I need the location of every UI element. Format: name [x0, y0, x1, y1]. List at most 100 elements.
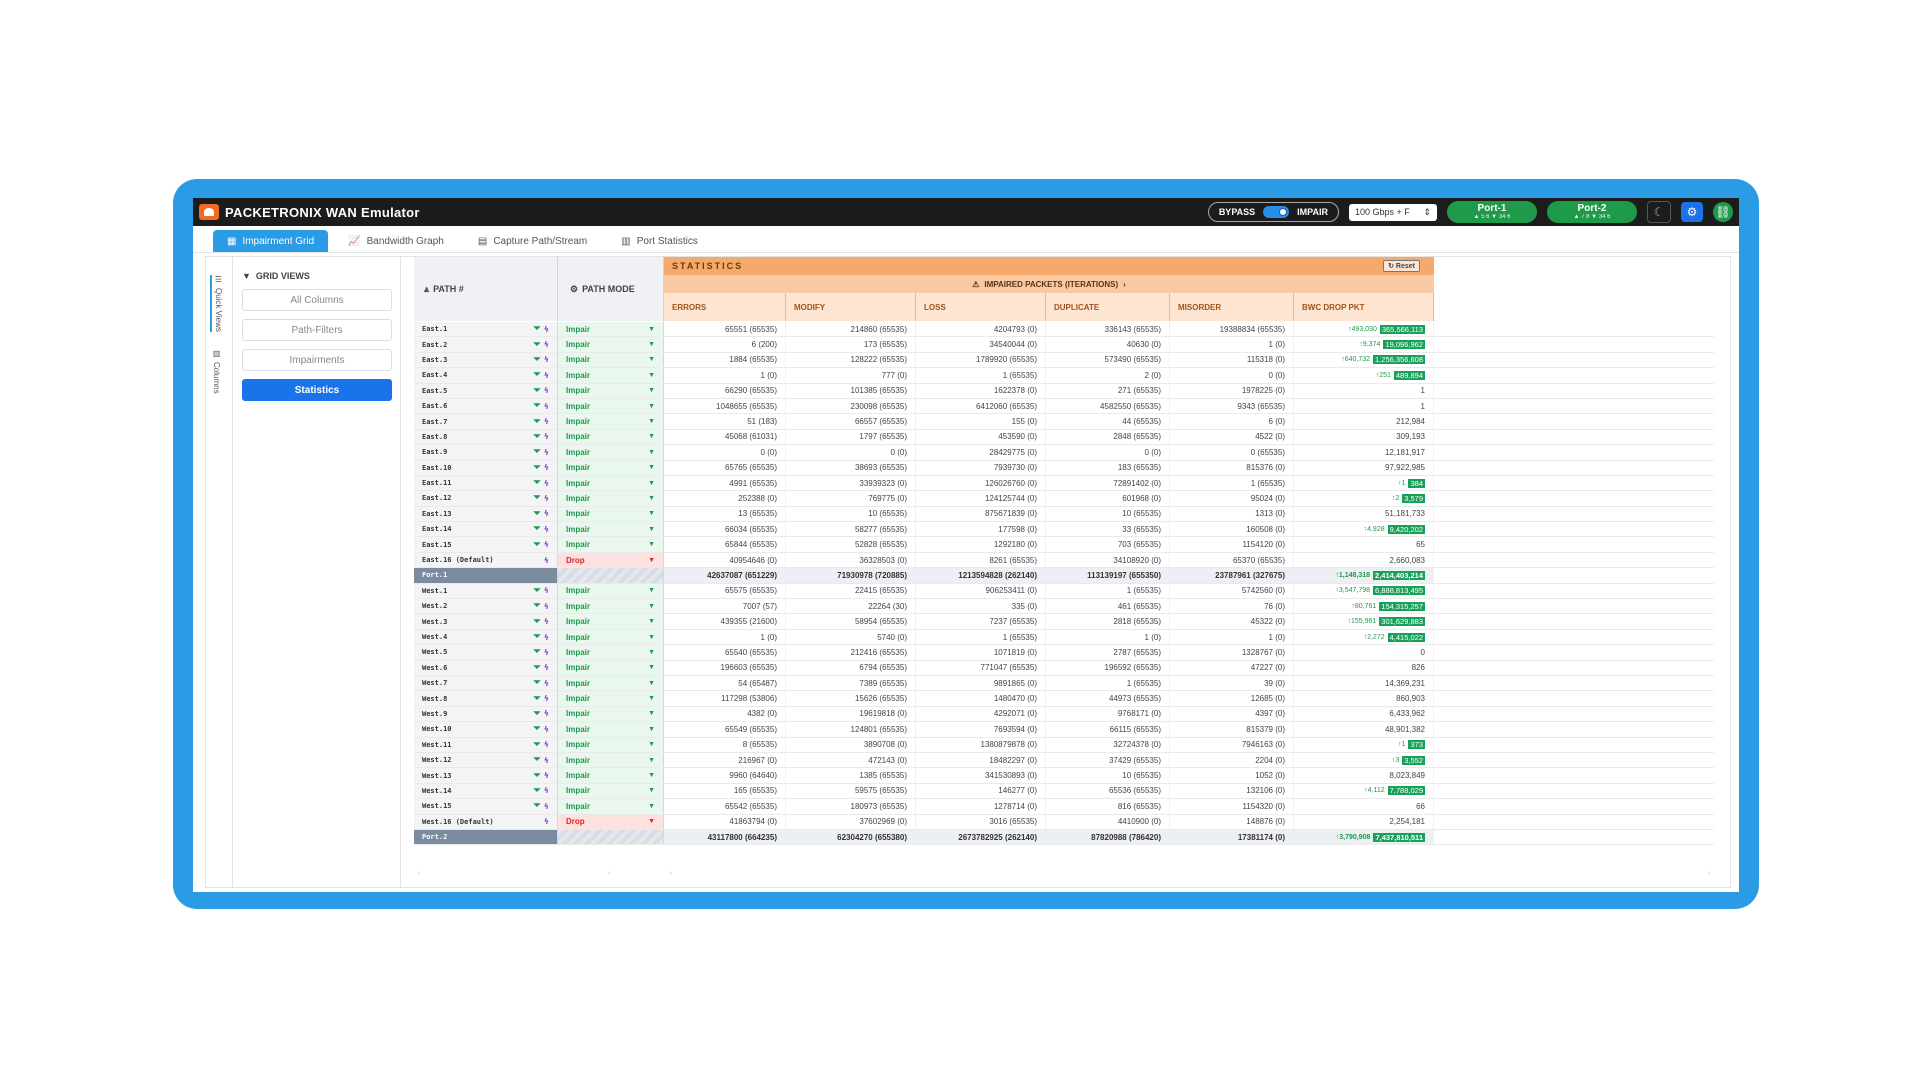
path-mode-select[interactable]: Impair ▼: [558, 337, 664, 352]
bolt-icon[interactable]: ϟ: [544, 371, 549, 380]
quick-views-tab[interactable]: ☰ Quick Views: [210, 275, 223, 332]
filter-icon[interactable]: ⏷: [534, 478, 541, 488]
table-row[interactable]: West.16 (Default) ϟ Drop ▼ 41863794 (0) 37602…: [414, 814, 1714, 830]
table-row[interactable]: West.15 ⏷ ϟ Impair ▼ 65542 (65535) 180973 (655…: [414, 799, 1714, 815]
path-mode-select[interactable]: Impair ▼: [558, 768, 664, 783]
view-impairments-button[interactable]: Impairments: [242, 349, 392, 371]
table-row[interactable]: East.13 ⏷ ϟ Impair ▼ 13 (65535) 10 (65535) 8756…: [414, 506, 1714, 523]
bolt-icon[interactable]: ϟ: [544, 648, 549, 657]
bypass-impair-toggle[interactable]: BYPASS IMPAIR: [1207, 202, 1339, 222]
bolt-icon[interactable]: ϟ: [544, 432, 549, 441]
bolt-icon[interactable]: ϟ: [544, 817, 549, 826]
path-mode-select[interactable]: Impair ▼: [558, 383, 664, 398]
bolt-icon[interactable]: ϟ: [544, 694, 549, 703]
bolt-icon[interactable]: ϟ: [544, 771, 549, 780]
path-mode-select[interactable]: Impair ▼: [558, 352, 664, 368]
path-mode-select[interactable]: Impair ▼: [558, 599, 664, 614]
bolt-icon[interactable]: ϟ: [544, 463, 549, 472]
table-row[interactable]: East.1 ⏷ ϟ Impair ▼ 65551 (65535) 214860 (6553…: [414, 322, 1714, 338]
column-header[interactable]: DUPLICATE: [1046, 293, 1170, 321]
filter-icon[interactable]: ⏷: [534, 632, 541, 642]
table-row[interactable]: West.6 ⏷ ϟ Impair ▼ 196603 (65535) 6794 (65535…: [414, 660, 1714, 676]
path-mode-select[interactable]: Impair ▼: [558, 706, 664, 722]
table-row[interactable]: East.6 ⏷ ϟ Impair ▼ 1048655 (65535) 230098 (65…: [414, 398, 1714, 415]
table-row[interactable]: East.12 ⏷ ϟ Impair ▼ 252388 (0) 769775 (0) 1241…: [414, 491, 1714, 507]
filter-icon[interactable]: ⏷: [534, 447, 541, 457]
bolt-icon[interactable]: ϟ: [544, 786, 549, 795]
gear-icon[interactable]: ⚙: [1681, 202, 1703, 222]
filter-icon[interactable]: ⏷: [534, 755, 541, 765]
bolt-icon[interactable]: ϟ: [544, 325, 549, 334]
path-mode-select[interactable]: Impair ▼: [558, 398, 664, 414]
filter-icon[interactable]: ⏷: [534, 540, 541, 550]
bolt-icon[interactable]: ϟ: [544, 725, 549, 734]
table-row[interactable]: East.14 ⏷ ϟ Impair ▼ 66034 (65535) 58277 (6553…: [414, 522, 1714, 538]
tab-port-statistics[interactable]: ▥ Port Statistics: [607, 230, 712, 252]
path-mode-header[interactable]: ⚙ PATH MODE: [558, 257, 664, 321]
horizontal-scrollbar[interactable]: ‹ › ‹ ›: [414, 870, 1714, 880]
filter-icon[interactable]: ⏷: [534, 771, 541, 781]
path-mode-select[interactable]: Impair ▼: [558, 752, 664, 768]
speed-select[interactable]: 100 Gbps + F ⇕: [1349, 203, 1437, 221]
filter-icon[interactable]: ⏷: [534, 355, 541, 365]
bolt-icon[interactable]: ϟ: [544, 663, 549, 672]
table-row[interactable]: East.7 ⏷ ϟ Impair ▼ 51 (183) 66557 (65535) 155 …: [414, 414, 1714, 430]
filter-icon[interactable]: ⏷: [534, 786, 541, 796]
path-mode-select[interactable]: Impair ▼: [558, 629, 664, 645]
filter-icon[interactable]: ⏷: [534, 463, 541, 473]
tab-impairment-grid[interactable]: ▦ Impairment Grid: [213, 230, 329, 252]
bolt-icon[interactable]: ϟ: [544, 479, 549, 488]
table-row[interactable]: East.5 ⏷ ϟ Impair ▼ 66290 (65535) 101385 (6553…: [414, 383, 1714, 399]
column-header[interactable]: LOSS: [916, 293, 1046, 321]
columns-tab[interactable]: ▥ Columns: [212, 349, 221, 394]
table-row[interactable]: East.2 ⏷ ϟ Impair ▼ 6 (200) 173 (65535) 3454004…: [414, 337, 1714, 353]
table-row[interactable]: West.11 ⏷ ϟ Impair ▼ 8 (65535) 3890708 (0) 1380…: [414, 737, 1714, 753]
path-mode-select[interactable]: Impair ▼: [558, 660, 664, 675]
bolt-icon[interactable]: ϟ: [544, 709, 549, 718]
bolt-icon[interactable]: ϟ: [544, 402, 549, 411]
filter-icon[interactable]: ⏷: [534, 432, 541, 442]
bolt-icon[interactable]: ϟ: [544, 525, 549, 534]
path-mode-select[interactable]: Drop ▼: [558, 552, 664, 568]
path-mode-select[interactable]: Impair ▼: [558, 799, 664, 814]
table-row[interactable]: West.4 ⏷ ϟ Impair ▼ 1 (0) 5740 (0) 1 (65535) 1 (…: [414, 629, 1714, 646]
filter-icon[interactable]: ⏷: [534, 709, 541, 719]
path-mode-select[interactable]: Drop ▼: [558, 814, 664, 829]
filter-icon[interactable]: ⏷: [534, 386, 541, 396]
moon-icon[interactable]: ☾: [1647, 201, 1671, 223]
path-mode-select[interactable]: Impair ▼: [558, 537, 664, 552]
view-all-columns-button[interactable]: All Columns: [242, 289, 392, 311]
path-mode-select[interactable]: Impair ▼: [558, 445, 664, 460]
filter-icon[interactable]: ⏷: [534, 694, 541, 704]
table-row[interactable]: West.14 ⏷ ϟ Impair ▼ 165 (65535) 59575 (65535)…: [414, 783, 1714, 800]
table-row[interactable]: East.8 ⏷ ϟ Impair ▼ 45068 (61031) 1797 (65535)…: [414, 429, 1714, 446]
path-mode-select[interactable]: Impair ▼: [558, 722, 664, 737]
link-icon[interactable]: ⛓: [1713, 202, 1733, 222]
bolt-icon[interactable]: ϟ: [544, 448, 549, 457]
path-mode-select[interactable]: Impair ▼: [558, 414, 664, 429]
table-row[interactable]: West.8 ⏷ ϟ Impair ▼ 117298 (53806) 15626 (6553…: [414, 691, 1714, 707]
filter-icon[interactable]: ⏷: [534, 617, 541, 627]
filter-icon[interactable]: ⏷: [534, 801, 541, 811]
table-row[interactable]: East.4 ⏷ ϟ Impair ▼ 1 (0) 777 (0) 1 (65535) 2 (0…: [414, 368, 1714, 384]
filter-icon[interactable]: ⏷: [534, 647, 541, 657]
path-mode-select[interactable]: Impair ▼: [558, 675, 664, 691]
bolt-icon[interactable]: ϟ: [544, 802, 549, 811]
filter-icon[interactable]: ⏷: [534, 417, 541, 427]
bolt-icon[interactable]: ϟ: [544, 586, 549, 595]
path-mode-select[interactable]: Impair ▼: [558, 491, 664, 506]
tab-capture-path[interactable]: ▤ Capture Path/Stream: [464, 230, 601, 252]
bolt-icon[interactable]: ϟ: [544, 556, 549, 565]
bolt-icon[interactable]: ϟ: [544, 494, 549, 503]
bolt-icon[interactable]: ϟ: [544, 540, 549, 549]
bolt-icon[interactable]: ϟ: [544, 679, 549, 688]
bolt-icon[interactable]: ϟ: [544, 756, 549, 765]
path-mode-select[interactable]: Impair ▼: [558, 583, 664, 599]
table-row[interactable]: West.1 ⏷ ϟ Impair ▼ 65575 (65535) 22415 (65535…: [414, 583, 1714, 600]
mode-switch[interactable]: [1263, 206, 1290, 218]
filter-icon[interactable]: ⏷: [534, 401, 541, 411]
table-row[interactable]: West.7 ⏷ ϟ Impair ▼ 54 (65487) 7389 (65535) 989…: [414, 675, 1714, 692]
bolt-icon[interactable]: ϟ: [544, 740, 549, 749]
bolt-icon[interactable]: ϟ: [544, 340, 549, 349]
path-mode-select[interactable]: Impair ▼: [558, 475, 664, 491]
